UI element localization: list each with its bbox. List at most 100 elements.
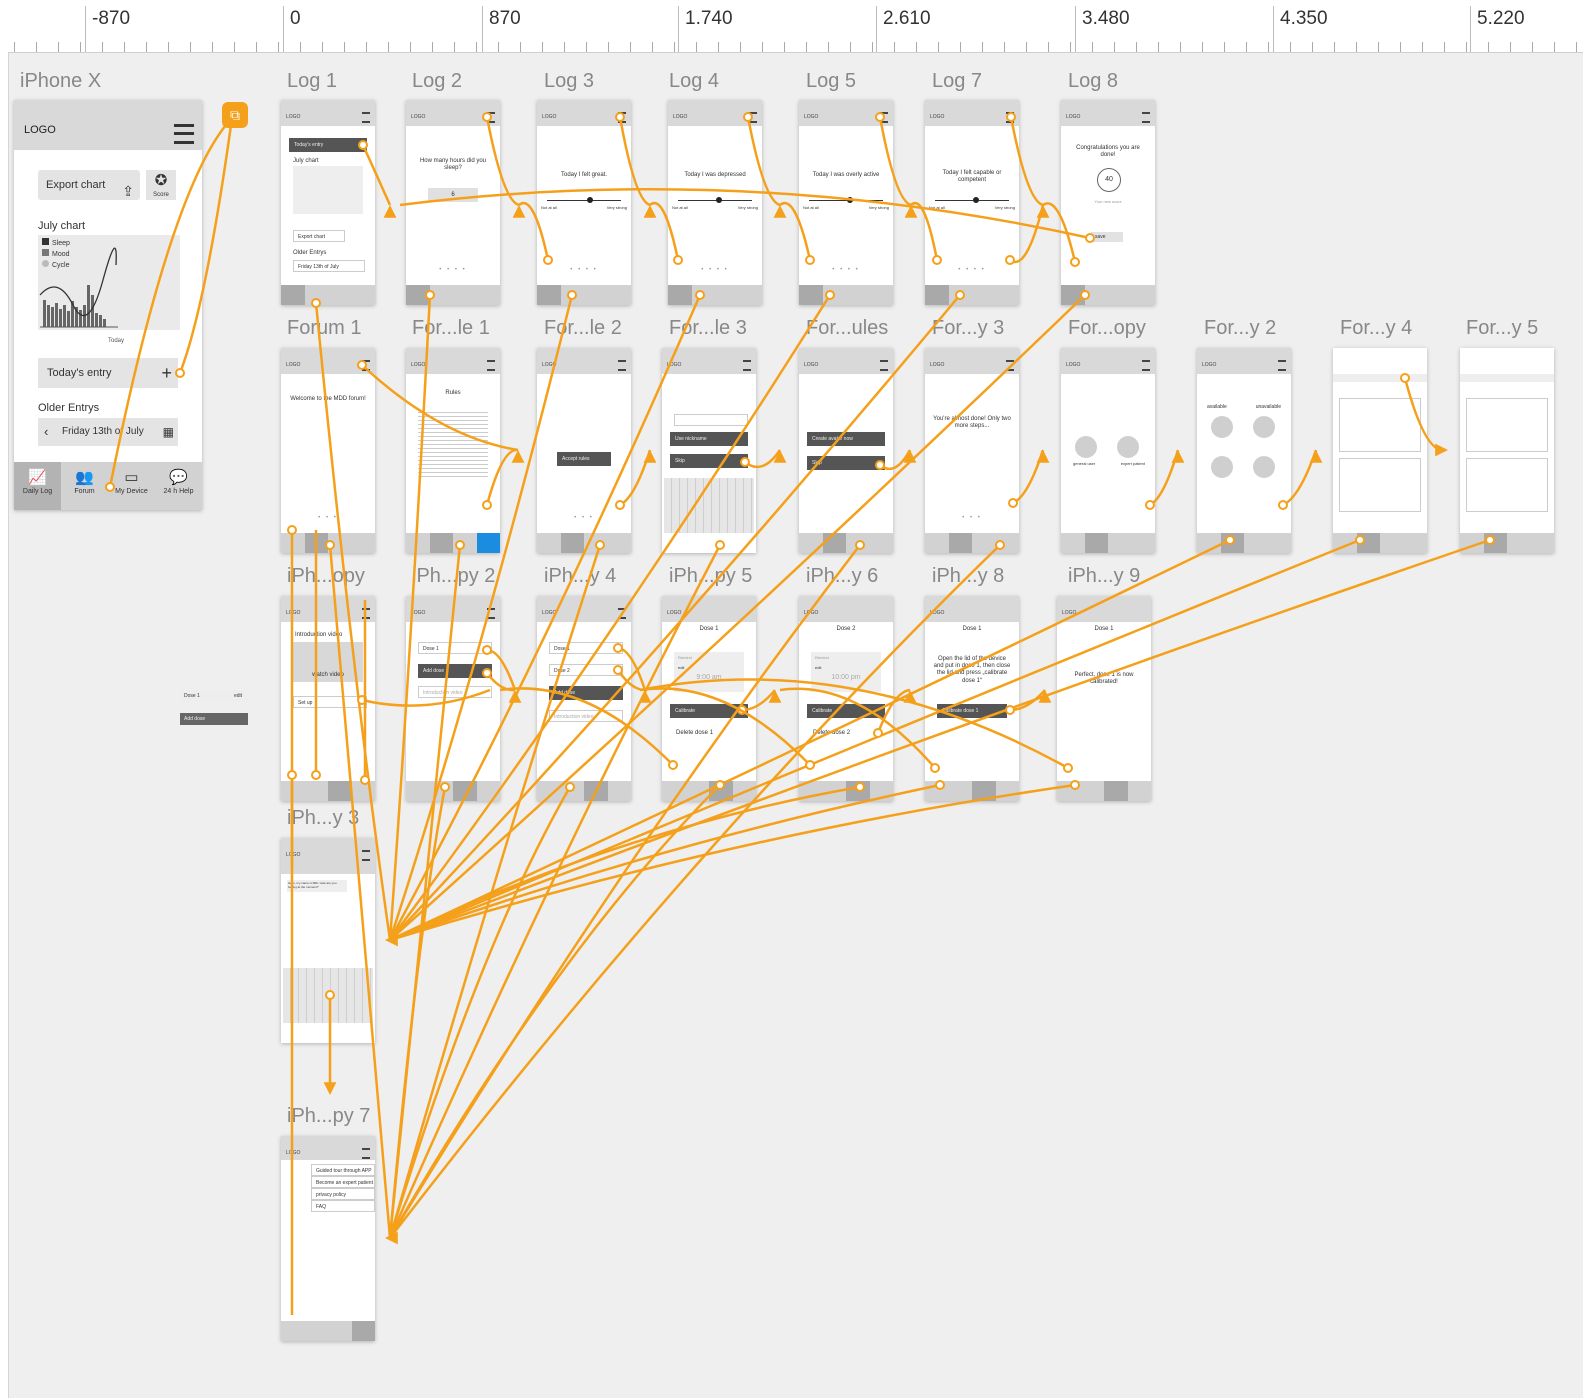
artboard-title-forum-copy[interactable]: For...opy [1068,317,1146,340]
artboard-dose-list-2[interactable]: LOGO Dose 1 Dose 2 Add dose Introduction… [537,596,631,801]
forum-tabs[interactable] [1333,374,1427,382]
accept-rules-button[interactable]: Accept rules [557,452,611,466]
delete-dose-button[interactable]: Delete dose 1 [676,730,748,737]
artboard-title-iphone-copy-5[interactable]: iPh...py 5 [669,565,752,588]
artboard-dose-2[interactable]: LOGO Dose 2 Remind edit 10:00 pm Calibra… [799,596,893,801]
artboard-title-iphone-x[interactable]: iPhone X [20,70,101,93]
help-menu-tour[interactable]: Guided tour through APP [311,1164,375,1176]
keyboard[interactable] [283,968,373,1023]
export-chart-button[interactable]: Export chart ⇪ [38,170,140,200]
dose-2-row[interactable]: Dose 2 [549,664,623,676]
artboard-title-log-8[interactable]: Log 8 [1068,70,1118,93]
chevron-left-icon[interactable]: ‹ [44,418,48,446]
user-avatar[interactable] [1253,416,1275,438]
artboard-dose-calibrated[interactable]: LOGO Dose 1 Perfect, dose 1 is now calib… [1057,596,1151,801]
artboard-title-log-3[interactable]: Log 3 [544,70,594,93]
external-link-icon[interactable]: ⧉ [222,102,248,128]
artboard-intro-video[interactable]: LOGO Introduction video watch video Set … [281,596,375,801]
forum-tabs[interactable] [1460,374,1554,382]
user-avatar[interactable] [1253,456,1275,478]
artboard-title-log-5[interactable]: Log 5 [806,70,856,93]
artboard-forum-rule-3[interactable]: LOGO Use nickname Skip [662,348,756,553]
artboard-title-iphone-y3[interactable]: iPh...y 3 [287,807,359,830]
artboard-log-3[interactable]: LOGO Today I felt great. Not at all Very… [537,100,631,305]
artboard-help-menu[interactable]: LOGO Guided tour through APP Become an e… [281,1136,375,1341]
artboard-dose-instructions[interactable]: LOGO Dose 1 Open the lid of the device a… [925,596,1019,801]
artboard-title-log-7[interactable]: Log 7 [932,70,982,93]
export-chart-button[interactable]: Export chart [293,230,345,242]
tab-help[interactable]: 💬 24 h Help [155,462,202,510]
artboard-dose-list[interactable]: LOGO Dose 1 Add dose Introduction video [406,596,500,801]
older-entry-date-selector[interactable]: ‹ Friday 13th of July ▦ [38,418,178,446]
artboard-title-iphone-copy-2[interactable]: iPh...py 2 [412,565,495,588]
artboard-title-iphone-copy-7[interactable]: iPh...py 7 [287,1105,370,1128]
intro-video-row[interactable]: Introduction video [418,686,492,698]
mood-slider[interactable] [547,197,621,203]
artboard-forum-1[interactable]: LOGO Welcome to the MDD forum! • • • [281,348,375,553]
help-menu-expert[interactable]: Become an expert patient [311,1176,375,1188]
artboard-forum-y4[interactable] [1333,348,1427,553]
dose-1-row[interactable]: Dose 1 [418,642,492,654]
help-menu-faq[interactable]: FAQ [311,1200,375,1212]
hours-stepper[interactable]: 6 [428,188,478,202]
artboard-title-forum-1[interactable]: Forum 1 [287,317,361,340]
nickname-input[interactable] [674,414,748,426]
artboard-title-forum-y3[interactable]: For...y 3 [932,317,1004,340]
artboard-forum-rule-2[interactable]: LOGO Accept rules • • • [537,348,631,553]
artboard-title-log-1[interactable]: Log 1 [287,70,337,93]
artboard-log-2[interactable]: LOGO How many hours did you sleep? 6 • •… [406,100,500,305]
artboard-log-8[interactable]: LOGO Congratulations you are done! 40 Yo… [1061,100,1155,305]
artboard-title-forum-rules[interactable]: For...ules [806,317,888,340]
older-entry-date[interactable]: Friday 13th of July [293,260,365,272]
score-button[interactable]: ✪ Score [146,170,176,200]
artboard-forum-y5[interactable] [1460,348,1554,553]
dose-1-row[interactable]: Dose 1 [549,642,623,654]
artboard-title-iphone-copy-8[interactable]: iPh...y 8 [932,565,1004,588]
skip-button[interactable]: Skip [670,454,748,468]
hamburger-menu-icon[interactable] [174,124,194,144]
artboard-title-iphone-copy[interactable]: iPh...opy [287,565,365,588]
artboard-title-forum-y4[interactable]: For...y 4 [1340,317,1412,340]
dose-time-panel[interactable]: Remind edit 10:00 pm [811,652,881,692]
artboard-forum-rules[interactable]: LOGO Create avatar now Skip [799,348,893,553]
artboard-title-forum-y5[interactable]: For...y 5 [1466,317,1538,340]
set-up-button[interactable]: Set up [293,696,367,708]
skip-button[interactable]: Skip [807,456,885,470]
artboard-log-5[interactable]: LOGO Today I was overly active Not at al… [799,100,893,305]
artboard-iphone-x[interactable]: LOGO Export chart ⇪ ✪ Score July chart S… [14,100,202,510]
artboard-forum-copy[interactable]: LOGO general user expert patient [1061,348,1155,553]
artboard-log-7[interactable]: LOGO Today I felt capable or competent N… [925,100,1019,305]
artboard-log-4[interactable]: LOGO Today I was depressed Not at all Ve… [668,100,762,305]
artboard-title-forum-rule-2[interactable]: For...le 2 [544,317,622,340]
delete-dose-button[interactable]: Delete dose 2 [813,730,885,737]
help-menu-privacy[interactable]: privacy policy [311,1188,375,1200]
tab-my-device[interactable]: ▭ My Device [108,462,155,510]
todays-entry-button[interactable]: Today's entry + [38,358,178,388]
forum-post[interactable] [1339,458,1421,512]
user-avatar[interactable] [1211,416,1233,438]
loose-add-dose-button[interactable]: Add dose [180,713,248,725]
artboard-chat[interactable]: LOGO Hello, my name is MDi. How are you … [281,838,375,1043]
artboard-title-iphone-copy-6[interactable]: iPh...y 6 [806,565,878,588]
artboard-title-forum-rule-1[interactable]: For...le 1 [412,317,490,340]
dose-time-panel[interactable]: Remind edit 9:00 am [674,652,744,692]
expert-patient-avatar[interactable] [1117,436,1139,458]
forum-post[interactable] [1339,398,1421,452]
forum-post[interactable] [1466,398,1548,452]
artboard-title-forum-y2[interactable]: For...y 2 [1204,317,1276,340]
calibrate-button[interactable]: Calibrate [670,704,748,718]
artboard-title-log-4[interactable]: Log 4 [669,70,719,93]
tab-forum[interactable]: 👥 Forum [61,462,108,510]
calibrate-dose-1-button[interactable]: Calibrate dose 1 [937,704,1007,718]
user-avatar[interactable] [1211,456,1233,478]
artboard-forum-y2[interactable]: LOGO available unavailable [1197,348,1291,553]
todays-entry-button[interactable]: Today's entry [289,138,367,152]
add-dose-button[interactable]: Add dose [418,664,492,678]
artboard-log-1[interactable]: LOGO Today's entry July chart Export cha… [281,100,375,305]
calendar-icon[interactable]: ▦ [163,418,174,446]
artboard-title-log-2[interactable]: Log 2 [412,70,462,93]
add-dose-button[interactable]: Add dose [549,686,623,700]
artboard-forum-y3[interactable]: LOGO You're almost done! Only two more s… [925,348,1019,553]
use-nickname-button[interactable]: Use nickname [670,432,748,446]
calibrate-button[interactable]: Calibrate [807,704,885,718]
